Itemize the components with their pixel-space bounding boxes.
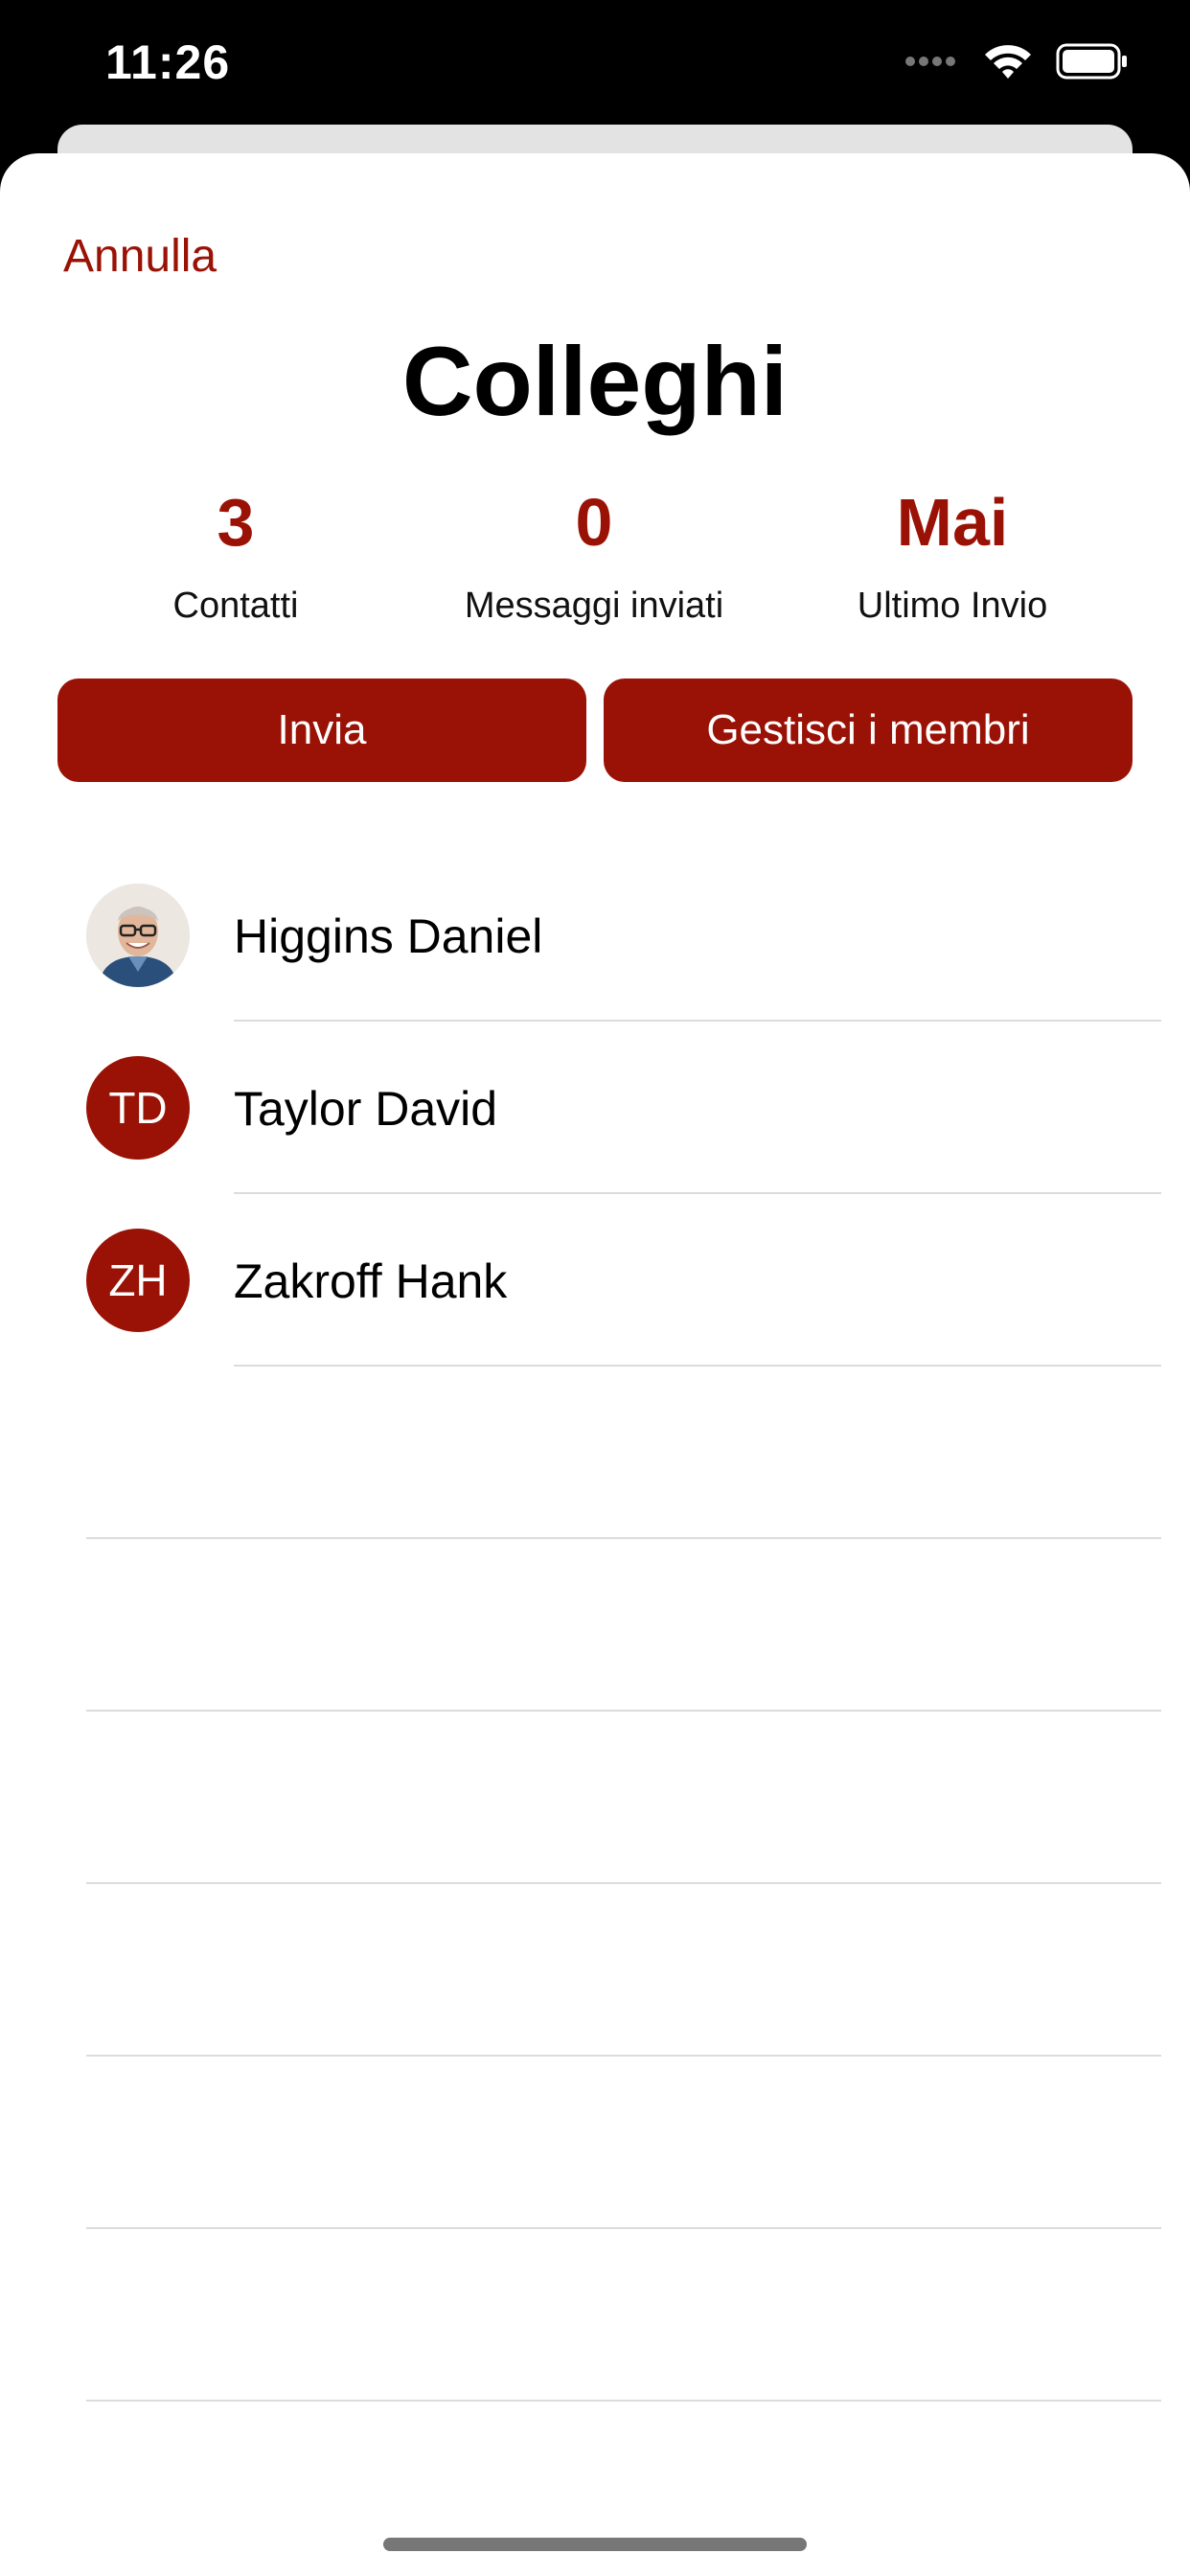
stat-contacts: 3 Contatti bbox=[54, 484, 418, 627]
divider bbox=[86, 2400, 1161, 2402]
stat-value: 3 bbox=[217, 485, 255, 560]
cancel-button[interactable]: Annulla bbox=[63, 230, 217, 283]
divider bbox=[86, 1882, 1161, 1884]
stat-label: Ultimo Invio bbox=[857, 586, 1048, 626]
stat-label: Contatti bbox=[172, 586, 299, 626]
home-indicator[interactable] bbox=[383, 2538, 807, 2551]
wifi-icon bbox=[983, 42, 1033, 85]
list-item[interactable]: Higgins Daniel bbox=[0, 849, 1190, 1022]
battery-icon bbox=[1056, 43, 1129, 84]
stat-messages-sent: 0 Messaggi inviati bbox=[412, 484, 776, 627]
member-name: Zakroff Hank bbox=[234, 1254, 508, 1308]
stat-value: 0 bbox=[575, 485, 613, 560]
signal-icon bbox=[904, 55, 960, 73]
member-name: Higgins Daniel bbox=[234, 909, 543, 963]
divider bbox=[86, 2055, 1161, 2057]
screen: 11:26 Annulla Colleghi 3 Contatti 0 Mess… bbox=[0, 0, 1190, 2576]
member-name: Taylor David bbox=[234, 1082, 498, 1136]
divider bbox=[86, 1537, 1161, 1539]
manage-members-button[interactable]: Gestisci i membri bbox=[604, 678, 1133, 782]
stat-last-sent: Mai Ultimo Invio bbox=[770, 484, 1134, 627]
person-photo-icon bbox=[86, 884, 190, 987]
avatar: TD bbox=[86, 1056, 190, 1160]
avatar: ZH bbox=[86, 1229, 190, 1332]
divider bbox=[86, 2227, 1161, 2229]
list-item[interactable]: TD Taylor David bbox=[0, 1022, 1190, 1194]
page-title: Colleghi bbox=[401, 327, 789, 436]
group-sheet: Annulla Colleghi 3 Contatti 0 Messaggi i… bbox=[0, 153, 1190, 2576]
stat-value: Mai bbox=[896, 485, 1009, 560]
divider bbox=[86, 1710, 1161, 1712]
stat-label: Messaggi inviati bbox=[464, 586, 724, 626]
status-icons bbox=[904, 42, 1129, 85]
send-button[interactable]: Invia bbox=[57, 678, 586, 782]
status-time: 11:26 bbox=[105, 35, 231, 89]
list-item[interactable]: ZH Zakroff Hank bbox=[0, 1194, 1190, 1367]
avatar bbox=[86, 884, 190, 987]
divider bbox=[234, 1365, 1161, 1367]
status-bar: 11:26 bbox=[0, 0, 1190, 125]
